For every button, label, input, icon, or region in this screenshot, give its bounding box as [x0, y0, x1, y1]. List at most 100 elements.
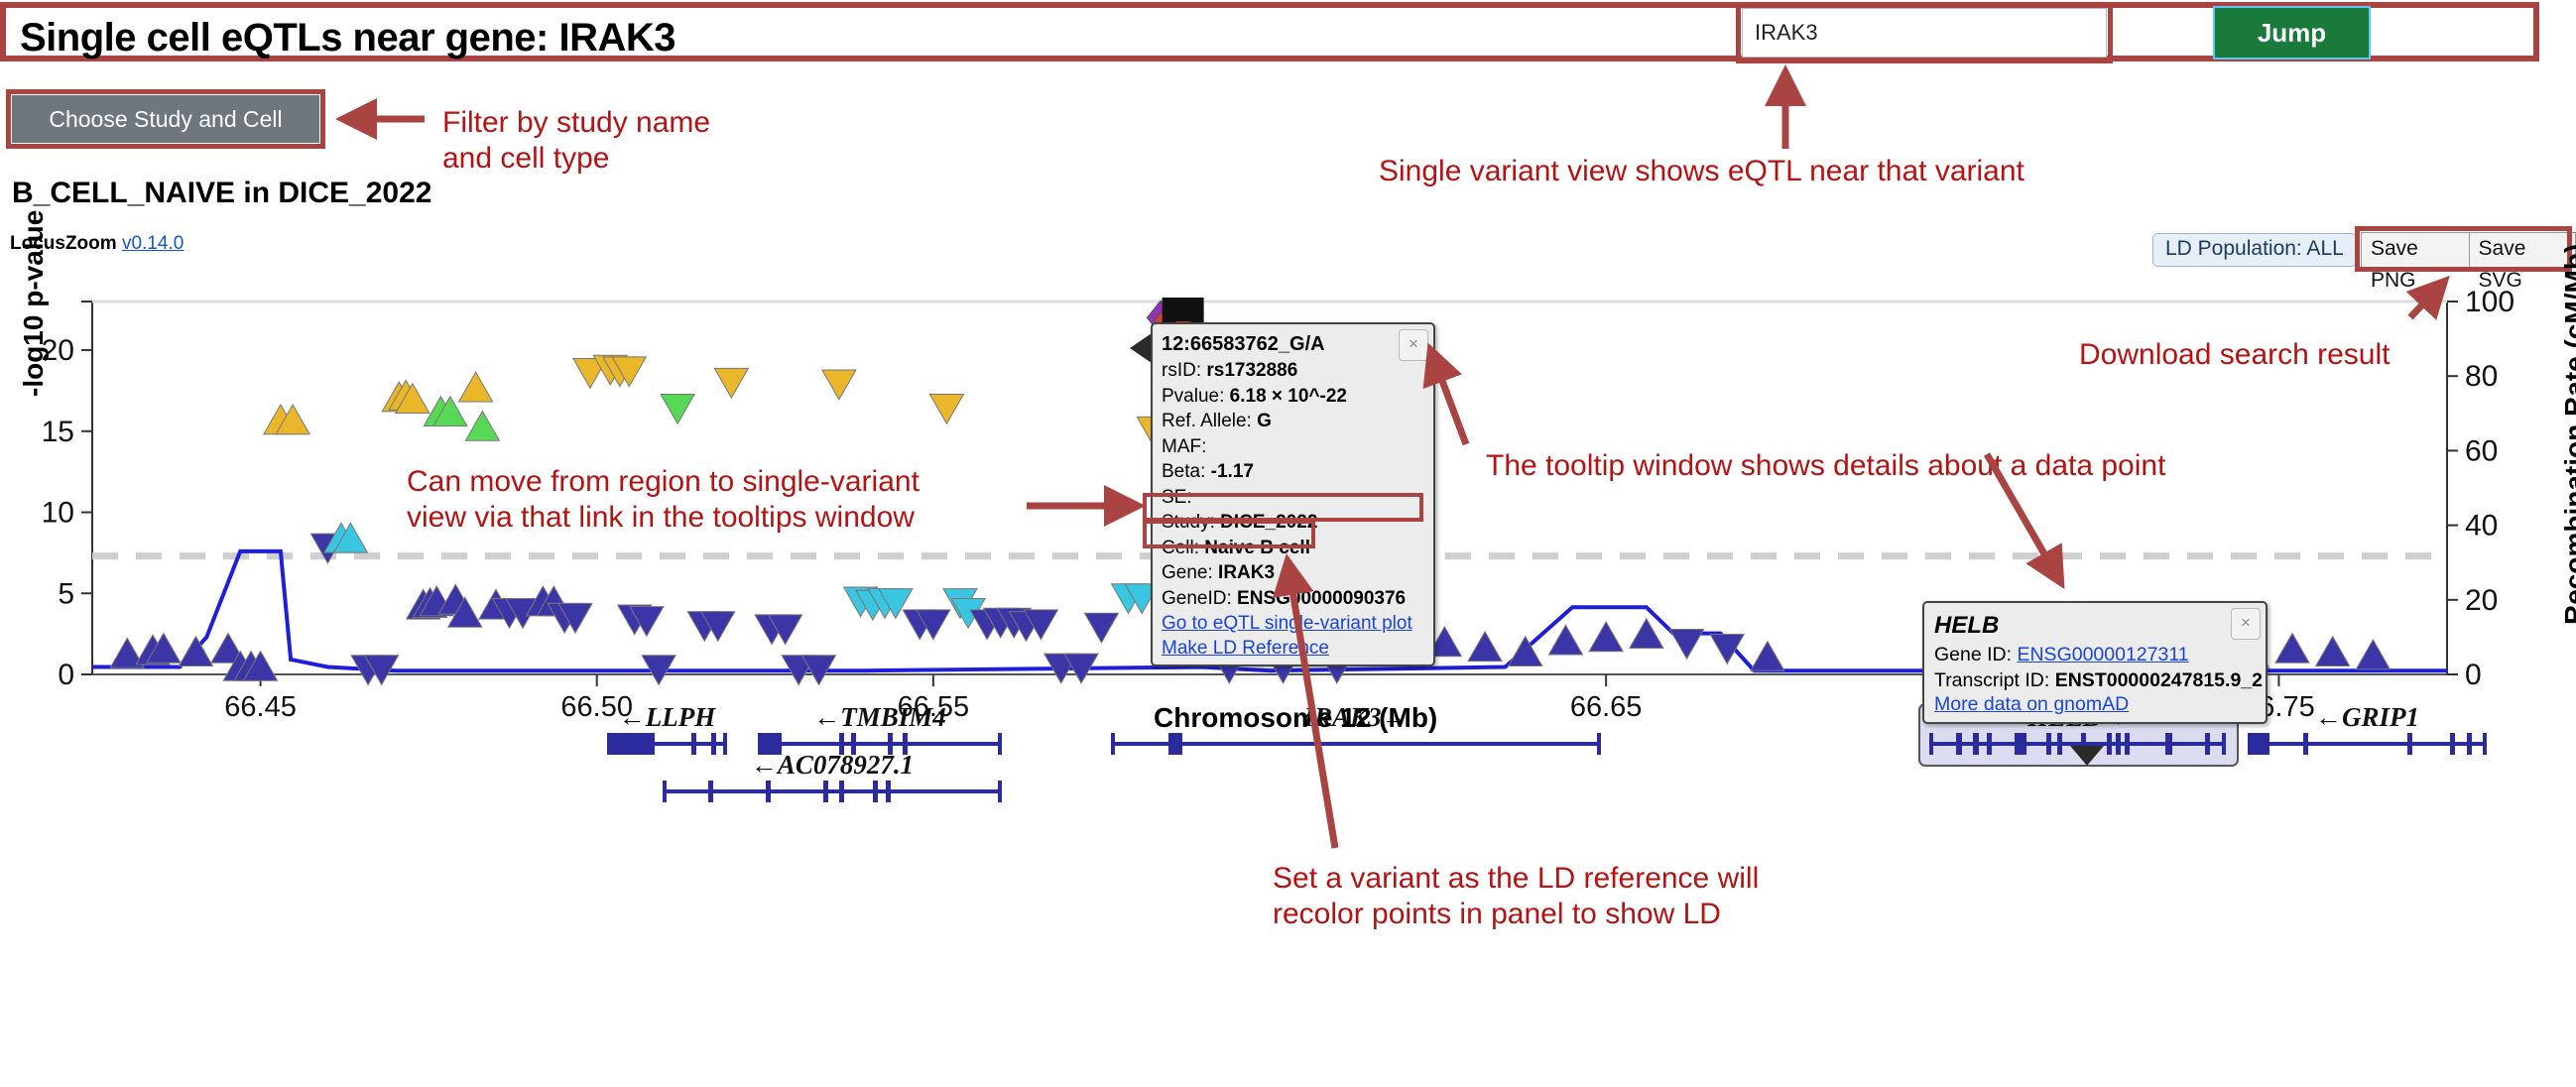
gene-exon — [766, 781, 771, 802]
app-root: Single cell eQTLs near gene: IRAK3 Jump … — [0, 0, 2576, 1087]
gene-exon — [2250, 733, 2269, 755]
annotation-filter: Filter by study name and cell type — [442, 106, 711, 175]
gene-exon — [839, 781, 844, 802]
variant-tooltip-row: SE: — [1162, 486, 1192, 508]
gene-exon — [1987, 733, 1992, 755]
annotation-single-variant: Single variant view shows eQTL near that… — [1379, 155, 2024, 187]
gene-label: ←AC078927.1 — [751, 750, 914, 780]
gene-id-link[interactable]: ENSG00000127311 — [2017, 644, 2188, 665]
search-input[interactable] — [1742, 8, 2107, 58]
gene-exon — [2125, 733, 2130, 755]
annotation-tooltip-details: The tooltip window shows details about a… — [1486, 449, 2166, 482]
y-tick-label: 10 — [42, 497, 74, 530]
y2-tick-label: 0 — [2465, 659, 2482, 691]
y-axis-title: -log10 p-value — [18, 209, 49, 397]
annotation-ld-reference: Set a variant as the LD reference will r… — [1273, 862, 1760, 930]
page-title-bar: Single cell eQTLs near gene: IRAK3 — [0, 2, 2539, 61]
variant-tooltip[interactable]: × 12:66583762_G/A rsID: rs1732886 Pvalue:… — [1151, 322, 1435, 666]
gene-exon — [2116, 733, 2121, 755]
gene-exon — [873, 781, 878, 802]
transcript-id-value: ENST00000247815.9_2 — [2054, 669, 2263, 691]
variant-point[interactable] — [1628, 617, 1664, 650]
jump-button[interactable]: Jump — [2213, 6, 2371, 60]
gene-exon — [711, 733, 716, 755]
variant-tooltip-row: Cell: Naive B cell — [1162, 537, 1310, 558]
variant-tooltip-row: Gene: IRAK3 — [1162, 562, 1276, 583]
gene-tooltip-gene-id-row: Gene ID: ENSG00000127311 — [1934, 642, 2256, 667]
variant-tooltip-rows: rsID: rs1732886 Pvalue: 6.18 × 10^-22 Ref.… — [1162, 358, 1424, 611]
variant-point[interactable] — [660, 394, 695, 425]
variant-point[interactable] — [928, 394, 965, 425]
gene-exon — [609, 733, 655, 755]
x-tick-label: 66.45 — [224, 691, 297, 723]
y-tick-label: 15 — [42, 416, 74, 448]
y2-axis-title: Recombination Rate (cM/Mb) — [2559, 243, 2576, 625]
gene-label: ←GRIP1 — [2315, 702, 2419, 732]
variant-point[interactable] — [821, 369, 857, 401]
gene-exon — [2165, 733, 2172, 755]
gene-exon — [1973, 733, 1979, 755]
annotation-download: Download search result — [2079, 338, 2391, 371]
variant-point[interactable] — [1083, 612, 1120, 644]
gene-track-llph[interactable]: ←LLPH — [607, 702, 727, 755]
variant-tooltip-row: Pvalue: 6.18 × 10^-22 — [1162, 385, 1347, 407]
variant-tooltip-close-icon[interactable]: × — [1399, 329, 1428, 361]
go-to-single-variant-plot-link[interactable]: Go to eQTL single-variant plot — [1162, 611, 1424, 636]
variant-tooltip-title: 12:66583762_G/A — [1162, 333, 1325, 355]
gene-exon — [823, 781, 828, 802]
gene-exon — [2450, 733, 2455, 755]
gene-exon — [2303, 733, 2308, 755]
y2-tick-label: 40 — [2465, 510, 2498, 543]
variant-point[interactable] — [1709, 633, 1746, 665]
gene-exon — [691, 733, 696, 755]
y2-tick-label: 20 — [2465, 584, 2498, 617]
gene-tooltip-pointer — [2070, 746, 2104, 766]
make-ld-reference-link[interactable]: Make LD Reference — [1162, 636, 1424, 661]
gene-id-label: Gene ID: — [1934, 644, 2018, 665]
variant-point[interactable] — [1750, 640, 1785, 671]
gene-exon — [886, 781, 891, 802]
variant-tooltip-row: rsID: rs1732886 — [1162, 360, 1298, 381]
gene-tooltip[interactable]: × HELB Gene ID: ENSG00000127311 Transcri… — [1922, 601, 2268, 724]
ld-population-button[interactable]: LD Population: ALL — [2152, 233, 2357, 267]
variant-tooltip-row: GeneID: ENSG00000090376 — [1162, 587, 1407, 609]
variant-tooltip-row: MAF: — [1162, 435, 1207, 457]
gene-exon — [2407, 733, 2412, 755]
gene-exon — [2467, 733, 2472, 755]
gene-exon — [2205, 733, 2210, 755]
x-tick-label: 66.65 — [1570, 691, 1643, 723]
variant-point[interactable] — [1467, 630, 1503, 663]
gene-exon — [2107, 733, 2112, 755]
variant-point[interactable] — [2355, 639, 2392, 670]
variant-point[interactable] — [2314, 635, 2351, 666]
choose-study-and-cell-button[interactable]: Choose Study and Cell — [12, 95, 319, 143]
gene-label: ←TMBIM4 — [813, 702, 946, 732]
gnomad-link[interactable]: More data on gnomAD — [1934, 693, 2129, 715]
page-title: Single cell eQTLs near gene: IRAK3 — [20, 16, 675, 60]
save-png-button[interactable]: Save PNG — [2361, 232, 2470, 292]
variant-tooltip-row: Study: DICE_2022 — [1162, 512, 1318, 533]
gene-exon — [1956, 733, 1962, 755]
variant-point[interactable] — [178, 635, 214, 666]
variant-tooltip-row: Beta: -1.17 — [1162, 461, 1254, 482]
variant-point[interactable] — [457, 371, 494, 403]
variant-point[interactable] — [1547, 624, 1584, 656]
variant-point[interactable] — [2274, 632, 2310, 664]
gene-tooltip-title: HELB — [1934, 612, 2000, 639]
y2-tick-label: 60 — [2465, 434, 2498, 467]
plot-subtitle: B_CELL_NAIVE in DICE_2022 — [12, 177, 432, 209]
gene-tooltip-close-icon[interactable]: × — [2231, 608, 2261, 640]
save-buttons-group: Save PNG Save SVG — [2361, 232, 2576, 292]
locuszoom-version-link[interactable]: v0.14.0 — [122, 233, 184, 254]
y2-tick-label: 80 — [2465, 360, 2498, 393]
variant-point[interactable] — [713, 367, 750, 400]
variant-tooltip-pointer — [1130, 333, 1152, 363]
variant-point[interactable] — [1668, 629, 1705, 661]
gene-label: ←LLPH — [619, 702, 716, 732]
y-tick-label: 5 — [58, 577, 74, 610]
variant-point[interactable] — [464, 410, 501, 441]
x-axis-title: Chromosome 12 (Mb) — [1154, 702, 1438, 733]
gene-track-ac078927.1[interactable]: ←AC078927.1 — [663, 750, 1002, 802]
gene-exon — [2015, 733, 2026, 755]
variant-point[interactable] — [1588, 621, 1625, 653]
